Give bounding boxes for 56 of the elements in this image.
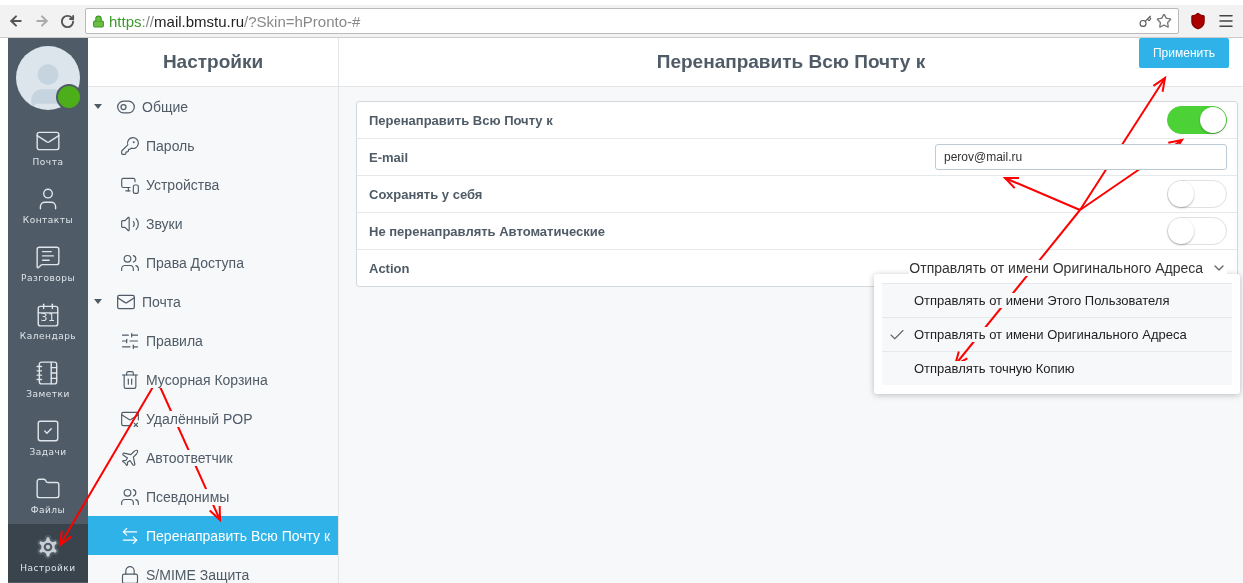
- sidebar-item[interactable]: Заметки: [8, 350, 88, 408]
- sliders-icon: [120, 330, 140, 351]
- lock-icon: [92, 14, 105, 28]
- field-label: E-mail: [369, 149, 408, 165]
- tree-item[interactable]: S/MIME Защита: [88, 555, 338, 583]
- menu-icon[interactable]: [1217, 12, 1235, 30]
- sidebar-item[interactable]: 31 Календарь: [8, 292, 88, 350]
- toggle-switch[interactable]: [1167, 106, 1227, 134]
- url-text: https://mail.bmstu.ru/?Skin=hPronto-#: [109, 12, 362, 30]
- sidebar-item[interactable]: Файлы: [8, 466, 88, 524]
- sidebar-item[interactable]: Настройки: [8, 524, 88, 582]
- address-field[interactable]: https://mail.bmstu.ru/?Skin=hPronto-#: [85, 8, 1179, 34]
- star-icon[interactable]: [1156, 13, 1172, 29]
- tree-item[interactable]: Псевдонимы: [88, 477, 338, 516]
- field-label: Сохранять у себя: [369, 186, 483, 202]
- arrows-icon: [120, 525, 140, 546]
- reload-button[interactable]: [60, 13, 75, 29]
- sidebar-item[interactable]: Разговоры: [8, 234, 88, 292]
- settings-title: Настройки: [162, 51, 264, 73]
- email-field[interactable]: perov@mail.ru: [935, 144, 1227, 170]
- toggle-switch[interactable]: [1167, 217, 1227, 245]
- sidebar-item[interactable]: Контакты: [8, 176, 88, 234]
- field-label: Action: [369, 260, 410, 276]
- lock-icon: [120, 564, 140, 583]
- tree-item[interactable]: Автоответчик: [88, 438, 338, 477]
- people-icon: [120, 486, 140, 507]
- people-icon: [120, 252, 140, 273]
- tree-item[interactable]: Права Доступа: [88, 243, 338, 282]
- tree-item[interactable]: Правила: [88, 321, 338, 360]
- tree-group[interactable]: Общие: [88, 87, 338, 126]
- tree-item[interactable]: Устройства: [88, 165, 338, 204]
- tree-item[interactable]: Пароль: [88, 126, 338, 165]
- tree-item[interactable]: Удалённый POP: [88, 399, 338, 438]
- menu-option[interactable]: Отправлять от имени Оригинального Адреса: [914, 327, 1187, 342]
- menu-option[interactable]: Отправлять точную Копию: [914, 361, 1075, 376]
- tree-item[interactable]: Мусорная Корзина: [88, 360, 338, 399]
- caret-icon[interactable]: [94, 299, 102, 304]
- settings-icon: [35, 533, 61, 560]
- key-icon: [120, 135, 140, 156]
- toggle-switch[interactable]: [1167, 180, 1227, 208]
- action-select[interactable]: Отправлять от имени Оригинального Адреса: [909, 260, 1227, 276]
- back-button[interactable]: [8, 13, 24, 29]
- airplane-icon: [120, 447, 140, 468]
- caret-icon[interactable]: [94, 104, 102, 109]
- status-dot: [56, 84, 82, 110]
- field-label: Не перенаправлять Автоматические: [369, 223, 605, 239]
- tree-item[interactable]: Звуки: [88, 204, 338, 243]
- sidebar-item[interactable]: Задачи: [8, 408, 88, 466]
- sidebar-item[interactable]: Почта: [8, 118, 88, 176]
- shield-icon[interactable]: [1189, 12, 1207, 30]
- key-icon[interactable]: [1139, 14, 1152, 28]
- menu-option[interactable]: Отправлять от имени Этого Пользователя: [914, 293, 1170, 308]
- trash-icon: [120, 369, 140, 390]
- tree-group[interactable]: Почта: [88, 282, 338, 321]
- page-title: Перенаправить Всю Почту к: [656, 51, 926, 73]
- field-label: Перенаправить Всю Почту к: [369, 112, 553, 128]
